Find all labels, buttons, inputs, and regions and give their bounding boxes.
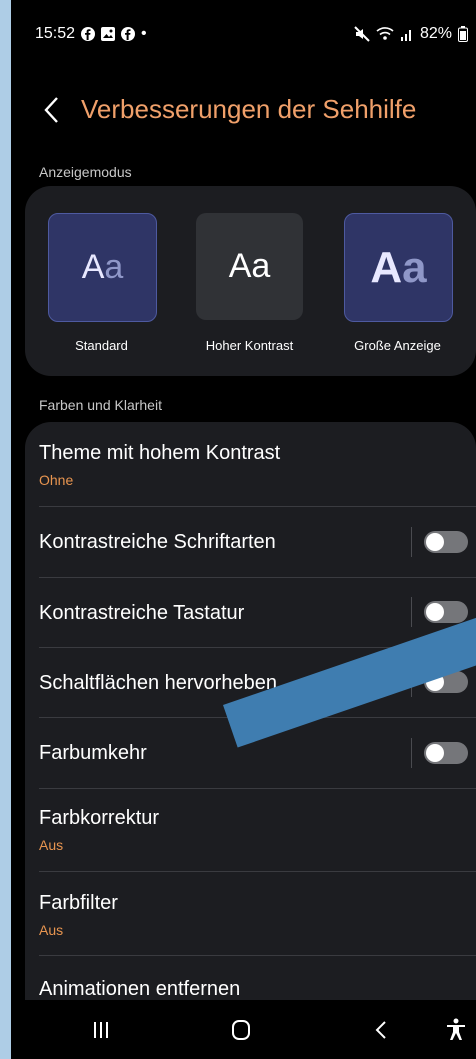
page-title: Verbesserungen der Sehhilfe [81, 94, 417, 124]
separator [411, 597, 412, 627]
setting-contrast-fonts[interactable]: Kontrastreiche Schriftarten [25, 507, 476, 577]
preview-letter: A [81, 248, 105, 286]
setting-subtitle: Ohne [39, 472, 74, 488]
setting-high-contrast-theme[interactable]: Theme mit hohem Kontrast Ohne [25, 422, 476, 506]
mode-large-display[interactable]: Aa Große Anzeige [344, 213, 453, 353]
facebook-icon [121, 27, 136, 41]
setting-title: Farbfilter [39, 892, 118, 914]
mode-standard-label: Standard [75, 338, 128, 353]
accessibility-icon [447, 1018, 465, 1040]
back-icon [375, 1020, 386, 1039]
setting-color-filter[interactable]: Farbfilter Aus [25, 872, 476, 955]
mute-icon [354, 26, 370, 42]
toggle-switch[interactable] [424, 742, 468, 764]
setting-title: Schaltflächen hervorheben [39, 672, 277, 694]
header: Verbesserungen der Sehhilfe [11, 80, 476, 140]
wifi-icon [376, 27, 394, 40]
preview-letter: a [104, 248, 124, 286]
setting-title: Animationen entfernen [39, 978, 241, 1000]
back-arrow-icon[interactable] [37, 90, 67, 130]
accessibility-button[interactable] [441, 1000, 471, 1059]
battery-icon [458, 26, 468, 42]
setting-subtitle: Aus [39, 837, 64, 853]
home-button[interactable] [211, 1000, 271, 1059]
notification-dot: • [141, 25, 147, 42]
mode-standard[interactable]: Aa Standard [48, 213, 157, 353]
separator [411, 738, 412, 768]
mode-standard-preview: Aa [48, 213, 157, 322]
display-mode-card: Aa Standard Aa Hoher Kontrast Aa Große A… [25, 186, 476, 376]
recents-button[interactable] [71, 1000, 131, 1059]
section-label-display-mode: Anzeigemodus [39, 164, 132, 180]
facebook-icon [81, 27, 96, 41]
setting-contrast-keyboard[interactable]: Kontrastreiche Tastatur [25, 578, 476, 647]
mode-large-display-label: Große Anzeige [354, 338, 441, 353]
back-button[interactable] [356, 1000, 406, 1059]
setting-title: Farbkorrektur [39, 807, 160, 829]
preview-letter: A [370, 242, 403, 292]
preview-letter: a [402, 242, 427, 292]
phone-screen: 15:52 • 82% Verbesserungen der Sehhilfe … [11, 0, 476, 1059]
status-bar: 15:52 • 82% [11, 0, 476, 66]
setting-title: Kontrastreiche Schriftarten [39, 531, 276, 553]
mode-high-contrast[interactable]: Aa Hoher Kontrast [196, 213, 303, 353]
navigation-bar [11, 1000, 476, 1059]
setting-title: Kontrastreiche Tastatur [39, 602, 245, 624]
mode-large-display-preview: Aa [344, 213, 453, 322]
setting-subtitle: Aus [39, 922, 64, 938]
recents-icon [94, 1021, 108, 1038]
toggle-switch[interactable] [424, 531, 468, 553]
section-label-colors: Farben und Klarheit [39, 397, 162, 413]
mode-high-contrast-preview: Aa [196, 213, 303, 320]
setting-title: Farbumkehr [39, 742, 147, 764]
separator [411, 527, 412, 557]
setting-color-correction[interactable]: Farbkorrektur Aus [25, 789, 476, 871]
battery-percent: 82% [419, 25, 452, 42]
mode-high-contrast-label: Hoher Kontrast [205, 338, 294, 353]
clock: 15:52 [35, 25, 76, 42]
setting-title: Theme mit hohem Kontrast [39, 442, 281, 464]
gallery-icon [101, 27, 116, 41]
home-icon [232, 1019, 250, 1040]
signal-icon [400, 30, 411, 41]
toggle-switch[interactable] [424, 601, 468, 623]
preview-letter: Aa [228, 247, 271, 285]
